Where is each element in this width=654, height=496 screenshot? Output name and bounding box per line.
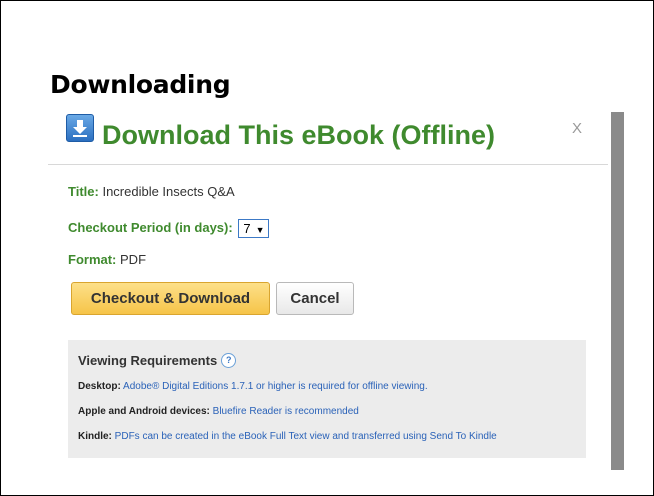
page-heading: Downloading [50,70,231,99]
adobe-digital-editions-link[interactable]: Adobe® Digital Editions 1.7.1 or higher … [123,381,428,392]
bluefire-reader-link[interactable]: Bluefire Reader is recommended [213,406,359,417]
checkout-download-button[interactable]: Checkout & Download [71,282,270,315]
mobile-requirement: Apple and Android devices: Bluefire Read… [78,406,359,417]
dialog-header: Download This eBook (Offline) X [48,112,608,165]
requirements-heading: Viewing Requirements? [78,353,237,368]
checkout-period-value: 7 [243,221,251,236]
close-icon[interactable]: X [572,120,582,137]
checkout-period-label: Checkout Period (in days): [68,219,233,235]
download-icon [66,114,94,142]
checkout-period-row: Checkout Period (in days): 7 ▼ [68,219,270,238]
scrollbar[interactable] [611,112,624,470]
dropdown-arrow-icon: ▼ [255,225,265,235]
title-label: Title: [68,184,99,199]
apple-android-label: Apple and Android devices: [78,406,210,417]
title-row: Title: Incredible Insects Q&A [68,184,235,199]
requirements-heading-text: Viewing Requirements [78,353,218,368]
desktop-requirement: Desktop: Adobe® Digital Editions 1.7.1 o… [78,381,428,392]
format-row: Format: PDF [68,252,146,267]
format-label: Format: [68,252,117,267]
dialog-title: Download This eBook (Offline) [102,120,495,150]
checkout-period-select[interactable]: 7 ▼ [238,219,270,238]
kindle-label: Kindle: [78,431,112,442]
title-value: Incredible Insects Q&A [102,184,235,199]
cancel-button[interactable]: Cancel [276,282,354,315]
format-value: PDF [120,252,147,267]
kindle-requirement: Kindle: PDFs can be created in the eBook… [78,431,497,442]
viewing-requirements-panel: Viewing Requirements? Desktop: Adobe® Di… [68,340,586,458]
send-to-kindle-link[interactable]: PDFs can be created in the eBook Full Te… [115,431,497,442]
help-icon[interactable]: ? [221,353,237,368]
desktop-label: Desktop: [78,381,121,392]
